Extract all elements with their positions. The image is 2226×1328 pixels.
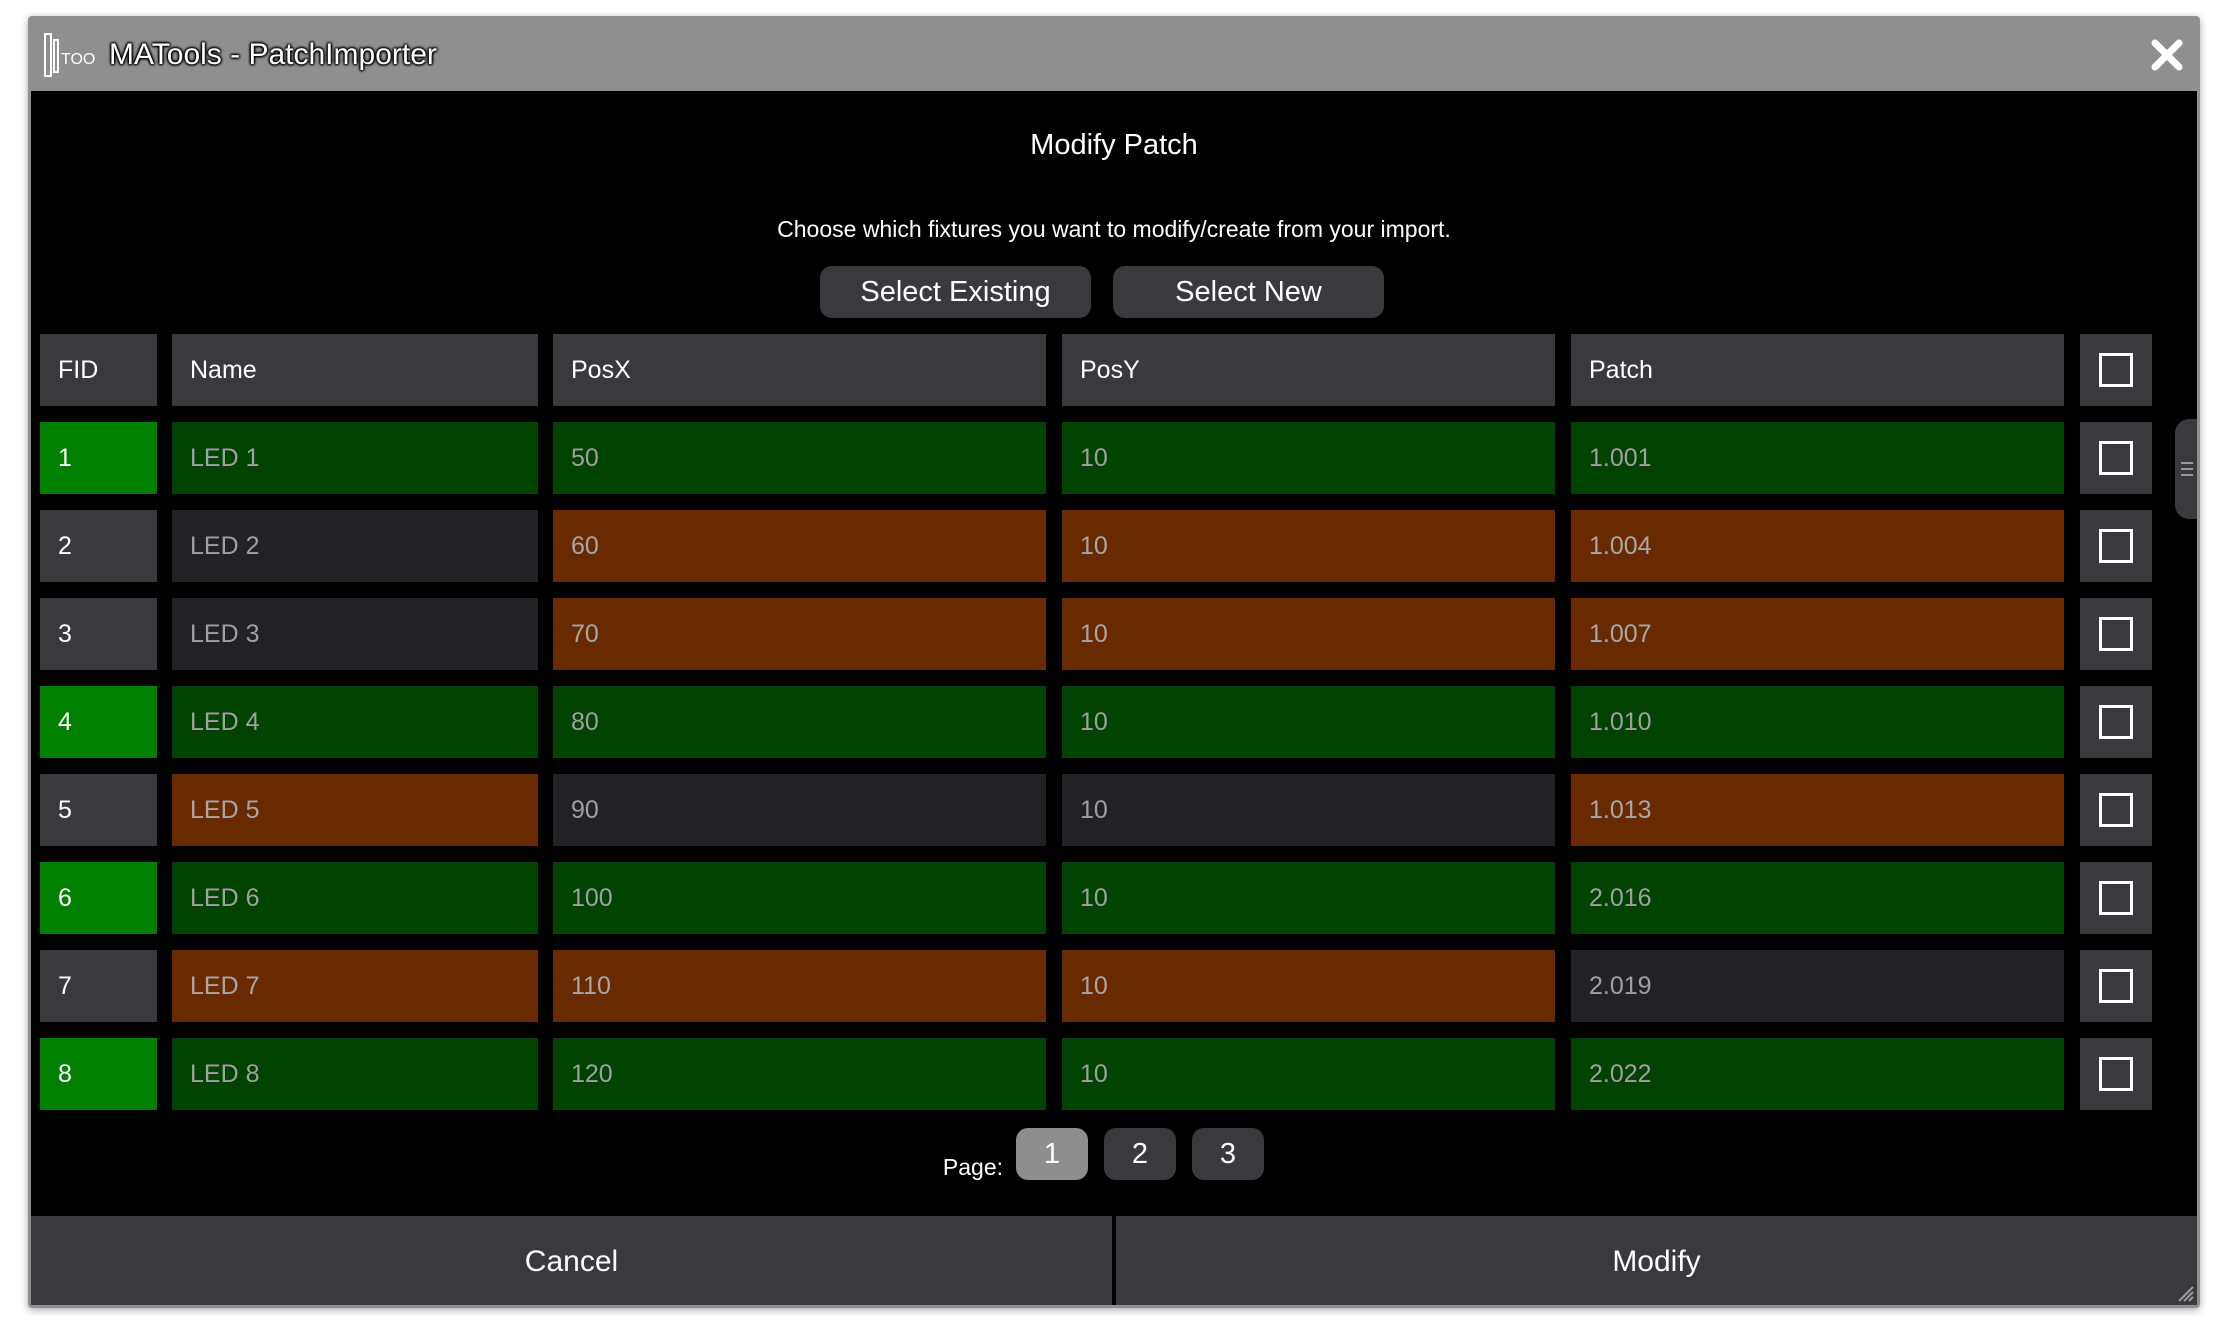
cell-name[interactable]: LED 8 bbox=[172, 1038, 538, 1110]
row-checkbox-6[interactable] bbox=[2080, 862, 2152, 934]
cell-name[interactable]: LED 6 bbox=[172, 862, 538, 934]
column-header-posy: PosY bbox=[1062, 334, 1555, 406]
select-all-checkbox[interactable] bbox=[2080, 334, 2152, 406]
checkbox-unchecked-icon bbox=[2099, 441, 2133, 475]
row-checkbox-5[interactable] bbox=[2080, 774, 2152, 846]
checkbox-unchecked-icon bbox=[2099, 353, 2133, 387]
cell-patch[interactable]: 1.013 bbox=[1571, 774, 2064, 846]
cell-posy[interactable]: 10 bbox=[1062, 510, 1555, 582]
svg-text:TOOLS: TOOLS bbox=[61, 51, 95, 68]
cell-posy[interactable]: 10 bbox=[1062, 774, 1555, 846]
row-checkbox-7[interactable] bbox=[2080, 950, 2152, 1022]
checkbox-unchecked-icon bbox=[2099, 705, 2133, 739]
row-checkbox-8[interactable] bbox=[2080, 1038, 2152, 1110]
cell-posx[interactable]: 80 bbox=[553, 686, 1046, 758]
resize-grip-icon[interactable] bbox=[2175, 1283, 2195, 1303]
scroll-grip-icon bbox=[2181, 462, 2193, 476]
cell-posy[interactable]: 10 bbox=[1062, 422, 1555, 494]
matools-logo-icon: TOOLS bbox=[44, 33, 95, 77]
cell-patch[interactable]: 1.007 bbox=[1571, 598, 2064, 670]
cell-name[interactable]: LED 5 bbox=[172, 774, 538, 846]
cell-patch[interactable]: 2.022 bbox=[1571, 1038, 2064, 1110]
cell-patch[interactable]: 2.019 bbox=[1571, 950, 2064, 1022]
cell-fid[interactable]: 1 bbox=[40, 422, 157, 494]
dialog-subtitle: Choose which fixtures you want to modify… bbox=[777, 216, 1451, 242]
cell-name[interactable]: LED 1 bbox=[172, 422, 538, 494]
page-label: Page: bbox=[942, 1154, 1003, 1180]
cell-posy[interactable]: 10 bbox=[1062, 598, 1555, 670]
column-header-name: Name bbox=[172, 334, 538, 406]
dialog-title: Modify Patch bbox=[1030, 129, 1198, 161]
cell-posx[interactable]: 50 bbox=[553, 422, 1046, 494]
cell-name[interactable]: LED 2 bbox=[172, 510, 538, 582]
title-bar[interactable]: TOOLS MATools - PatchImporter bbox=[31, 19, 2197, 91]
cell-fid[interactable]: 3 bbox=[40, 598, 157, 670]
cancel-button[interactable]: Cancel bbox=[31, 1216, 1112, 1305]
cell-posx[interactable]: 100 bbox=[553, 862, 1046, 934]
cell-posy[interactable]: 10 bbox=[1062, 950, 1555, 1022]
patch-importer-window: TOOLS MATools - PatchImporter Modify Pat… bbox=[28, 16, 2200, 1308]
cell-patch[interactable]: 1.010 bbox=[1571, 686, 2064, 758]
row-checkbox-2[interactable] bbox=[2080, 510, 2152, 582]
cell-patch[interactable]: 1.004 bbox=[1571, 510, 2064, 582]
checkbox-unchecked-icon bbox=[2099, 617, 2133, 651]
cell-posy[interactable]: 10 bbox=[1062, 1038, 1555, 1110]
cell-posx[interactable]: 120 bbox=[553, 1038, 1046, 1110]
cell-fid[interactable]: 2 bbox=[40, 510, 157, 582]
cell-fid[interactable]: 8 bbox=[40, 1038, 157, 1110]
cell-posy[interactable]: 10 bbox=[1062, 862, 1555, 934]
column-header-patch: Patch bbox=[1571, 334, 2064, 406]
page-button-3[interactable]: 3 bbox=[1192, 1128, 1264, 1180]
modify-button[interactable]: Modify bbox=[1116, 1216, 2197, 1305]
page-button-1[interactable]: 1 bbox=[1016, 1128, 1088, 1180]
checkbox-unchecked-icon bbox=[2099, 1057, 2133, 1091]
cell-fid[interactable]: 6 bbox=[40, 862, 157, 934]
row-checkbox-4[interactable] bbox=[2080, 686, 2152, 758]
select-new-button[interactable]: Select New bbox=[1113, 266, 1384, 318]
checkbox-unchecked-icon bbox=[2099, 969, 2133, 1003]
page-button-2[interactable]: 2 bbox=[1104, 1128, 1176, 1180]
row-checkbox-1[interactable] bbox=[2080, 422, 2152, 494]
cell-patch[interactable]: 2.016 bbox=[1571, 862, 2064, 934]
select-existing-button[interactable]: Select Existing bbox=[820, 266, 1091, 318]
cell-fid[interactable]: 4 bbox=[40, 686, 157, 758]
cell-posx[interactable]: 90 bbox=[553, 774, 1046, 846]
cell-posx[interactable]: 60 bbox=[553, 510, 1046, 582]
window-title: MATools - PatchImporter bbox=[109, 38, 437, 71]
cell-fid[interactable]: 7 bbox=[40, 950, 157, 1022]
cell-patch[interactable]: 1.001 bbox=[1571, 422, 2064, 494]
column-header-posx: PosX bbox=[553, 334, 1046, 406]
scroll-handle[interactable] bbox=[2175, 419, 2197, 519]
checkbox-unchecked-icon bbox=[2099, 793, 2133, 827]
checkbox-unchecked-icon bbox=[2099, 529, 2133, 563]
column-header-fid: FID bbox=[40, 334, 157, 406]
checkbox-unchecked-icon bbox=[2099, 881, 2133, 915]
cell-name[interactable]: LED 7 bbox=[172, 950, 538, 1022]
close-icon[interactable] bbox=[2149, 37, 2185, 73]
cell-posy[interactable]: 10 bbox=[1062, 686, 1555, 758]
row-checkbox-3[interactable] bbox=[2080, 598, 2152, 670]
cell-posx[interactable]: 70 bbox=[553, 598, 1046, 670]
cell-name[interactable]: LED 3 bbox=[172, 598, 538, 670]
cell-name[interactable]: LED 4 bbox=[172, 686, 538, 758]
cell-fid[interactable]: 5 bbox=[40, 774, 157, 846]
cell-posx[interactable]: 110 bbox=[553, 950, 1046, 1022]
